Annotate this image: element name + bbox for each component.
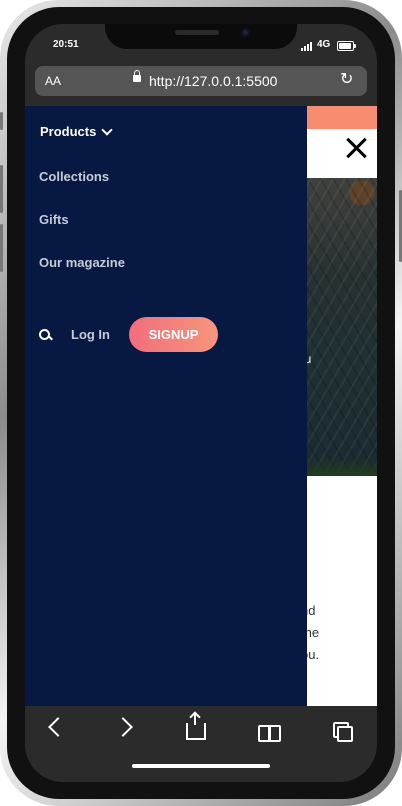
paragraph-line: nd	[301, 603, 316, 618]
drawer-actions: Log In SIGNUP	[39, 317, 239, 353]
lock-icon	[133, 70, 141, 82]
login-link[interactable]: Log In	[71, 327, 110, 342]
phone-screen: 20:51 4G AA http://127.0.0.1:5500 ↻ ou n…	[25, 24, 377, 782]
url-text[interactable]: http://127.0.0.1:5500	[149, 73, 277, 89]
home-indicator[interactable]	[132, 764, 270, 768]
forward-icon[interactable]	[113, 717, 133, 737]
web-page: ou nd the ou. Products Collections Gifts…	[25, 106, 377, 706]
volume-up-button	[0, 165, 3, 213]
products-label: Products	[40, 124, 97, 139]
silent-switch	[0, 112, 3, 130]
paragraph-line: ou.	[301, 647, 320, 662]
search-icon[interactable]	[39, 329, 50, 340]
chevron-down-icon	[101, 124, 114, 136]
paragraph-fragment: nd the ou.	[301, 600, 371, 666]
text-size-button[interactable]: AA	[45, 74, 61, 88]
phone-frame: 20:51 4G AA http://127.0.0.1:5500 ↻ ou n…	[0, 0, 402, 806]
gifts-link[interactable]: Gifts	[39, 212, 69, 227]
network-label: 4G	[317, 39, 331, 50]
reload-icon[interactable]: ↻	[340, 72, 353, 88]
tabs-icon[interactable]	[333, 722, 353, 742]
paragraph-line: the	[301, 625, 320, 640]
browser-toolbar	[25, 706, 377, 782]
collections-link[interactable]: Collections	[39, 169, 109, 184]
back-icon[interactable]	[48, 717, 68, 737]
battery-icon	[337, 41, 356, 51]
volume-down-button	[0, 224, 3, 272]
status-time: 20:51	[53, 39, 79, 50]
status-bar: 20:51 4G	[25, 24, 377, 64]
signal-icon	[301, 42, 312, 51]
signup-button[interactable]: SIGNUP	[129, 317, 218, 352]
products-menu-button[interactable]: Products	[40, 124, 114, 139]
share-icon[interactable]	[186, 712, 206, 740]
navigation-drawer: Products Collections Gifts Our magazine …	[25, 106, 307, 706]
address-bar[interactable]: AA http://127.0.0.1:5500 ↻	[35, 66, 367, 96]
close-icon[interactable]	[344, 136, 368, 160]
magazine-link[interactable]: Our magazine	[39, 255, 125, 270]
bookmarks-icon[interactable]	[258, 725, 281, 742]
